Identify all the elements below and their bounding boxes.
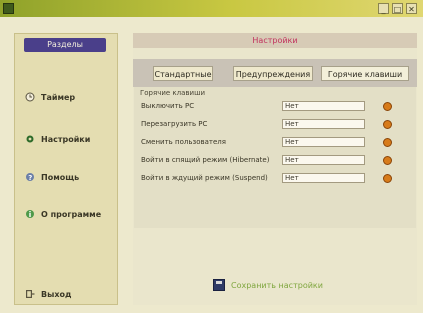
- hotkey-shutdown-input[interactable]: [282, 101, 365, 111]
- sidebar-item-settings[interactable]: Настройки: [25, 130, 90, 148]
- title-bar: _ □ ✕: [0, 0, 423, 17]
- floppy-disk-icon: [213, 279, 225, 291]
- hotkey-reboot-button[interactable]: [383, 120, 392, 129]
- row-label-hibernate: Войти в спящий режим (Hibernate): [141, 156, 270, 164]
- sidebar-item-about[interactable]: О программе: [25, 205, 101, 223]
- app-window: Разделы Таймер Настройки ? Помощь О прог…: [0, 17, 423, 313]
- tab-standard[interactable]: Стандартные: [153, 66, 213, 81]
- sidebar-item-help[interactable]: ? Помощь: [25, 168, 79, 186]
- sidebar-item-label: Помощь: [41, 172, 80, 182]
- svg-text:?: ?: [28, 174, 32, 182]
- sidebar-item-label: Таймер: [41, 92, 76, 102]
- hotkey-suspend-input[interactable]: [282, 173, 365, 183]
- sidebar-item-label: О программе: [41, 209, 102, 219]
- minimize-button[interactable]: _: [378, 3, 389, 14]
- main-panel: Настройки Стандартные Предупреждения Гор…: [133, 33, 417, 305]
- save-settings-label: Сохранить настройки: [231, 280, 323, 290]
- sidebar: Разделы Таймер Настройки ? Помощь О прог…: [14, 33, 118, 305]
- sidebar-item-label: Выход: [41, 289, 72, 299]
- help-icon: ?: [25, 172, 35, 182]
- hotkey-hibernate-input[interactable]: [282, 155, 365, 165]
- hotkey-shutdown-button[interactable]: [383, 102, 392, 111]
- page-title: Настройки: [133, 33, 417, 48]
- clock-icon: [25, 92, 35, 102]
- hotkey-hibernate-button[interactable]: [383, 156, 392, 165]
- hotkey-switch-user-button[interactable]: [383, 138, 392, 147]
- sidebar-item-exit[interactable]: Выход: [25, 285, 71, 303]
- hotkey-switch-user-input[interactable]: [282, 137, 365, 147]
- row-label-switch-user: Сменить пользователя: [141, 138, 226, 146]
- hotkey-reboot-input[interactable]: [282, 119, 365, 129]
- row-label-suspend: Войти в ждущий режим (Suspend): [141, 174, 268, 182]
- close-button[interactable]: ✕: [406, 3, 417, 14]
- exit-icon: [25, 289, 35, 299]
- maximize-button[interactable]: □: [392, 3, 403, 14]
- app-icon: [3, 3, 14, 14]
- group-label: Горячие клавиши: [140, 89, 206, 97]
- tab-warnings[interactable]: Предупреждения: [233, 66, 313, 81]
- row-label-shutdown: Выключить PC: [141, 102, 195, 110]
- row-label-reboot: Перезагрузить PC: [141, 120, 208, 128]
- sidebar-item-timer[interactable]: Таймер: [25, 88, 75, 106]
- sidebar-item-label: Настройки: [41, 134, 91, 144]
- sidebar-header: Разделы: [24, 38, 106, 52]
- tab-hotkeys[interactable]: Горячие клавиши: [321, 66, 409, 81]
- hotkey-suspend-button[interactable]: [383, 174, 392, 183]
- gear-icon: [25, 134, 35, 144]
- save-settings-button[interactable]: Сохранить настройки: [213, 277, 323, 293]
- info-icon: [25, 209, 35, 219]
- hotkeys-panel: Горячие клавиши Выключить PC Перезагрузи…: [134, 87, 416, 228]
